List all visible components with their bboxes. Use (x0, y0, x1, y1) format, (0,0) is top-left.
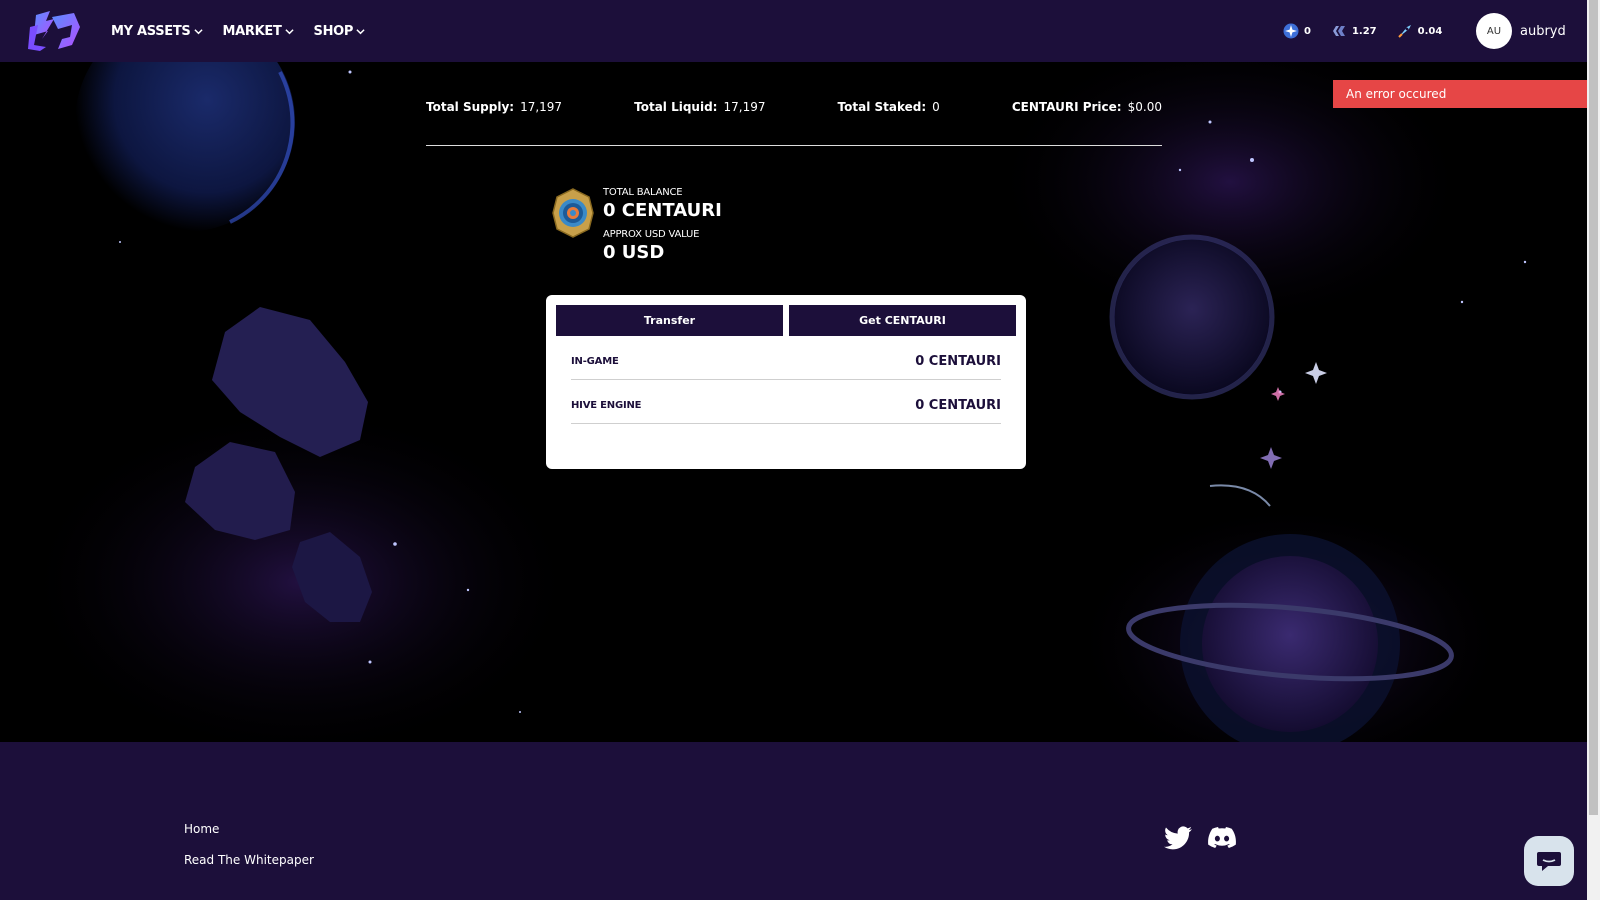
nav-shop[interactable]: SHOP (314, 24, 366, 39)
error-toast[interactable]: An error occured (1333, 80, 1587, 108)
star-token-icon (1283, 23, 1299, 39)
stat-total-supply: Total Supply: 17,197 (426, 100, 562, 114)
centauri-coin-icon (552, 188, 594, 238)
stat-total-liquid: Total Liquid: 17,197 (634, 100, 765, 114)
stats-divider (426, 145, 1162, 146)
balance-row-in-game: IN-GAME 0 CENTAURI (571, 336, 1001, 380)
token-stats: Total Supply: 17,197 Total Liquid: 17,197 … (426, 100, 1162, 114)
token-rocket[interactable]: 0.04 (1397, 23, 1443, 39)
usd-value-label: APPROX USD VALUE (603, 229, 700, 240)
footer-link-whitepaper[interactable]: Read The Whitepaper (184, 853, 314, 867)
nav-market[interactable]: MARKET (223, 24, 294, 39)
stat-value: 17,197 (520, 100, 563, 114)
balance-row-hive-engine: HIVE ENGINE 0 CENTAURI (571, 380, 1001, 424)
balance-summary: TOTAL BALANCE 0 CENTAURI APPROX USD VALU… (551, 187, 722, 263)
chat-icon (1537, 852, 1561, 871)
stat-price: CENTAURI Price: $0.00 (1012, 100, 1162, 114)
footer-link-home[interactable]: Home (184, 822, 219, 836)
hive-token-icon (1332, 26, 1345, 36)
row-label: IN-GAME (571, 356, 619, 367)
username: aubryd (1520, 23, 1566, 39)
page-scrollbar[interactable] (1587, 0, 1600, 900)
chevron-down-icon (193, 28, 203, 34)
usd-value: 0 USD (603, 242, 665, 263)
stat-value: $0.00 (1127, 100, 1162, 114)
rocket-token-icon (1397, 25, 1411, 38)
top-navbar: MY ASSETS MARKET SHOP 0 1.27 0.04 AU aub… (0, 0, 1587, 62)
total-balance-label: TOTAL BALANCE (603, 187, 683, 198)
transfer-button[interactable]: Transfer (556, 305, 783, 336)
token-star[interactable]: 0 (1283, 23, 1311, 39)
token-value: 1.27 (1351, 25, 1377, 37)
main-nav: MY ASSETS MARKET SHOP (111, 0, 365, 62)
stat-label: CENTAURI Price: (1011, 100, 1122, 114)
token-hive[interactable]: 1.27 (1331, 23, 1377, 39)
scrollbar-thumb[interactable] (1589, 0, 1598, 815)
discord-icon[interactable] (1208, 826, 1236, 850)
chevron-down-icon (284, 28, 294, 34)
chat-widget-button[interactable] (1524, 836, 1574, 886)
game-logo[interactable] (28, 9, 82, 51)
nav-my-assets[interactable]: MY ASSETS (111, 24, 203, 39)
stat-total-staked: Total Staked: 0 (838, 100, 940, 114)
nav-label: MARKET (222, 23, 282, 39)
avatar: AU (1476, 13, 1512, 49)
nav-label: SHOP (313, 23, 354, 39)
nav-label: MY ASSETS (111, 23, 191, 39)
user-menu[interactable]: AU aubryd (1476, 13, 1566, 49)
card-actions: Transfer Get CENTAURI (556, 305, 1016, 336)
row-label: HIVE ENGINE (571, 400, 642, 411)
total-balance-value: 0 CENTAURI (603, 200, 722, 221)
token-balances: 0 1.27 0.04 (1283, 0, 1442, 62)
stat-value: 17,197 (723, 100, 766, 114)
stat-label: Total Supply: (426, 100, 515, 114)
stat-label: Total Staked: (837, 100, 927, 114)
stat-label: Total Liquid: (634, 100, 718, 114)
chevron-down-icon (356, 28, 365, 34)
row-value: 0 CENTAURI (915, 398, 1001, 413)
get-centauri-button[interactable]: Get CENTAURI (789, 305, 1016, 336)
token-value: 0.04 (1417, 25, 1443, 37)
row-value: 0 CENTAURI (915, 354, 1001, 369)
balance-text: TOTAL BALANCE 0 CENTAURI APPROX USD VALU… (603, 187, 722, 263)
twitter-icon[interactable] (1164, 826, 1192, 850)
stat-value: 0 (932, 100, 940, 114)
token-value: 0 (1304, 25, 1311, 37)
wallet-card: Transfer Get CENTAURI IN-GAME 0 CENTAURI… (546, 295, 1026, 469)
footer (0, 742, 1587, 900)
